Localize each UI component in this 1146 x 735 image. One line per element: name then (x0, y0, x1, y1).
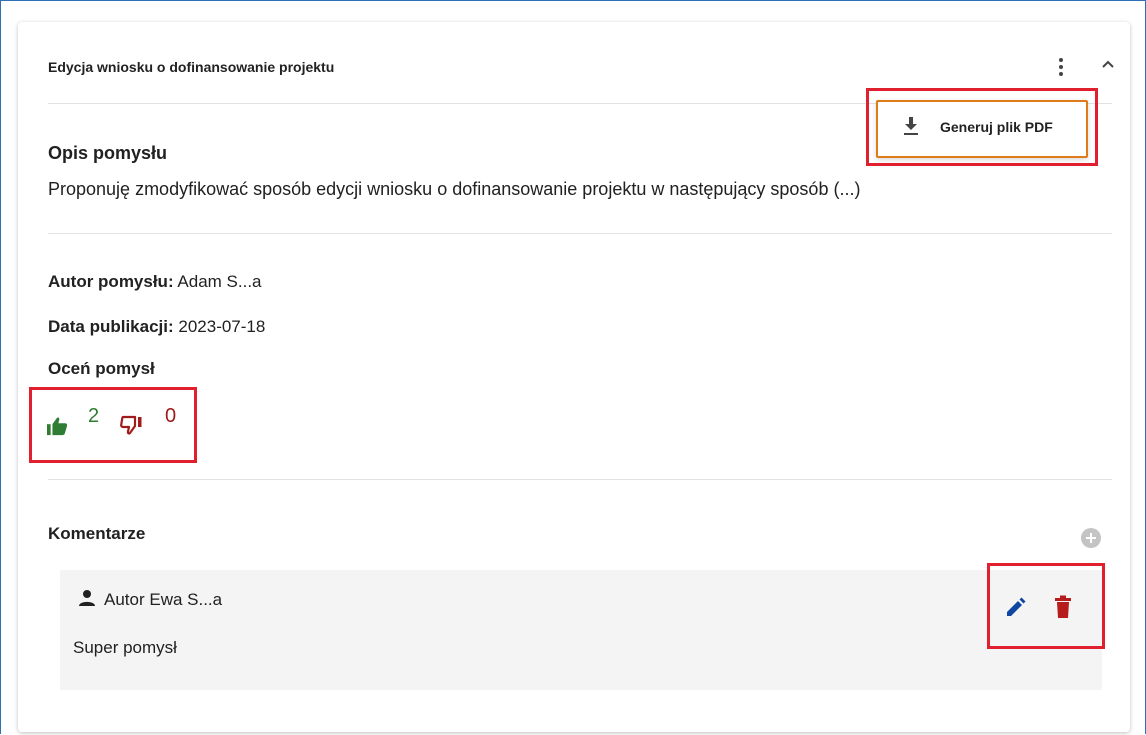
date-line: Data publikacji: 2023-07-18 (48, 317, 265, 337)
chevron-up-icon (1102, 60, 1114, 68)
highlight-box (987, 563, 1105, 649)
author-label: Autor pomysłu: (48, 272, 174, 291)
author-value: Adam S...a (177, 272, 262, 291)
collapse-button[interactable] (1098, 55, 1118, 75)
date-label: Data publikacji: (48, 317, 174, 336)
comments-heading: Komentarze (48, 524, 146, 543)
highlight-box (29, 387, 197, 463)
highlight-box (866, 88, 1098, 166)
more-vert-icon (1059, 58, 1063, 62)
comment-item (60, 570, 1102, 690)
description-heading: Opis pomysłu (48, 143, 168, 163)
date-value: 2023-07-18 (178, 317, 266, 336)
more-options-button[interactable] (1056, 56, 1066, 80)
author-line: Autor pomysłu: Adam S...a (48, 272, 262, 292)
comment-author: Autor Ewa S...a (104, 590, 223, 609)
idea-card: Edycja wniosku o dofinansowanie projektu… (18, 22, 1130, 732)
rate-heading: Oceń pomysł (48, 359, 155, 378)
divider (48, 479, 1112, 480)
person-icon (78, 589, 96, 612)
comment-text: Super pomysł (73, 638, 177, 657)
divider (48, 233, 1112, 234)
description-text: Proponuję zmodyfikować sposób edycji wni… (48, 179, 861, 199)
card-title: Edycja wniosku o dofinansowanie projektu (48, 59, 335, 75)
add-comment-button[interactable] (1081, 528, 1101, 548)
